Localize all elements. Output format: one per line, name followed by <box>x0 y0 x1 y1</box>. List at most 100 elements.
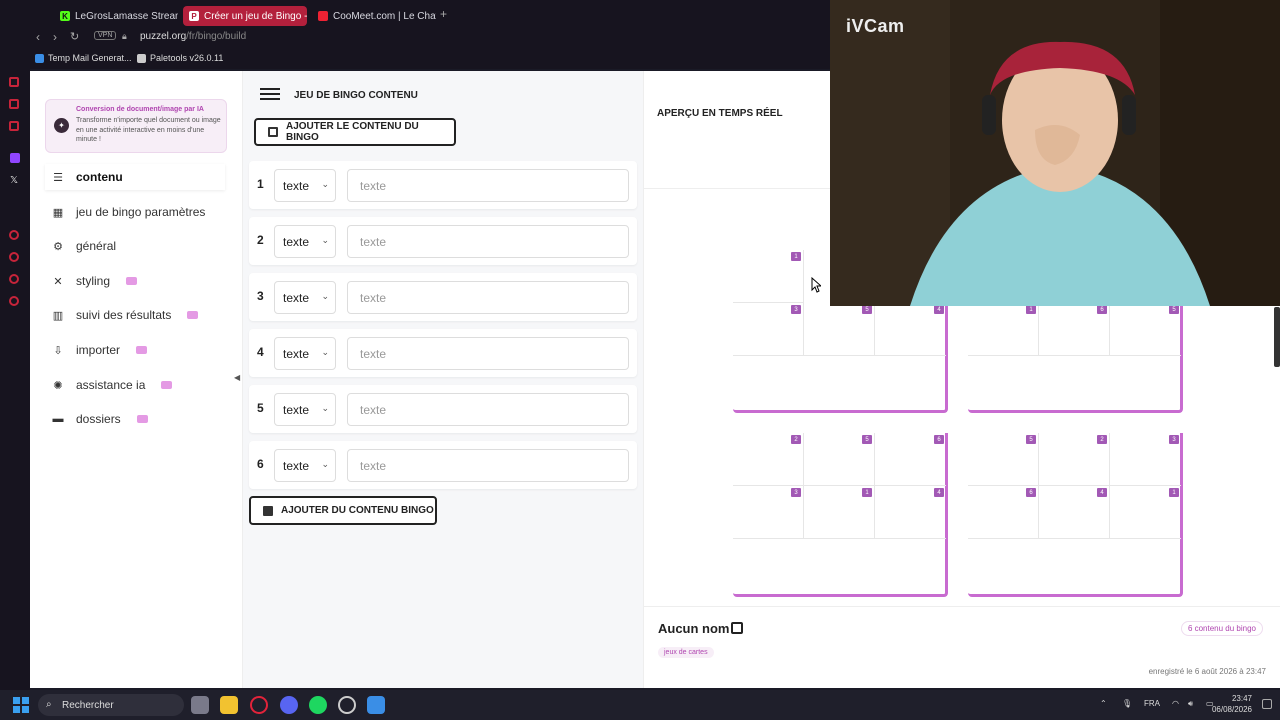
bag-icon[interactable] <box>9 77 19 87</box>
import-icon <box>268 127 278 137</box>
add-bingo-content-button[interactable]: AJOUTER LE CONTENU DU BINGO <box>254 118 456 146</box>
collapse-sidebar-icon[interactable]: ◀ <box>234 373 240 382</box>
select-value: texte <box>283 347 310 361</box>
cell-badge: 6 <box>1097 305 1107 314</box>
volume-icon[interactable]: 🔊︎ <box>1188 699 1193 709</box>
brain-icon: ✺ <box>53 379 63 392</box>
sidebar-item-contenu[interactable]: ☰ contenu <box>45 164 225 190</box>
url-field[interactable]: puzzel.org/fr/bingo/build <box>140 31 246 42</box>
vpn-badge[interactable]: VPN <box>94 31 117 40</box>
content-row: 6 texte ⌄ texte <box>249 441 637 489</box>
text-input[interactable]: texte <box>347 393 629 426</box>
sidebar-item-styling[interactable]: ✕ styling <box>45 268 225 294</box>
tab-stream[interactable]: K LeGrosLamasse Stream - V <box>54 6 178 26</box>
messenger-icon[interactable] <box>9 99 19 109</box>
type-select[interactable]: texte ⌄ <box>274 393 336 426</box>
spotify-icon[interactable] <box>309 696 327 714</box>
select-value: texte <box>283 459 310 473</box>
clock[interactable]: 23:47 06/08/2026 <box>1212 693 1252 715</box>
game-name: Aucun nom <box>658 621 730 636</box>
discord-icon[interactable] <box>280 696 298 714</box>
content-row: 4 texte ⌄ texte <box>249 329 637 377</box>
grid-icon: ▦ <box>52 206 64 219</box>
sidebar-item-general[interactable]: ⚙ général <box>45 233 225 259</box>
music-icon[interactable] <box>9 121 19 131</box>
search-icon: ⌕ <box>46 699 52 710</box>
bookmark-icon <box>35 53 44 63</box>
notification-icon[interactable] <box>1262 699 1272 709</box>
cell-badge: 4 <box>934 488 944 497</box>
row-number: 6 <box>257 457 264 471</box>
sidebar-item-label: jeu de bingo paramètres <box>76 205 206 219</box>
sidebar-item-dossiers[interactable]: ▬ dossiers <box>45 406 225 432</box>
text-input[interactable]: texte <box>347 449 629 482</box>
type-select[interactable]: texte ⌄ <box>274 281 336 314</box>
back-icon[interactable]: ‹ <box>36 30 40 44</box>
sidebar-item-suivi[interactable]: ▥ suivi des résultats <box>45 302 225 328</box>
chevron-down-icon: ⌄ <box>321 403 329 413</box>
twitch-icon[interactable] <box>10 153 20 163</box>
bookmark-temp-mail[interactable]: Temp Mail Generat... <box>35 53 132 63</box>
type-select[interactable]: texte ⌄ <box>274 225 336 258</box>
sidebar-item-parametres[interactable]: ▦ jeu de bingo paramètres <box>45 199 225 225</box>
cell-badge: 4 <box>1097 488 1107 497</box>
cell-badge: 3 <box>1169 435 1179 444</box>
tab-coomeet[interactable]: CooMeet.com | Le Chat <box>312 6 436 26</box>
clock-icon[interactable] <box>9 230 19 240</box>
app-icon[interactable] <box>338 696 356 714</box>
tab-bingo[interactable]: P Créer un jeu de Bingo - En <box>183 6 307 26</box>
category-tag[interactable]: jeux de cartes <box>658 647 714 658</box>
scrollbar[interactable] <box>1274 307 1280 367</box>
sidebar-item-label: importer <box>76 343 121 357</box>
cell-badge: 5 <box>1026 435 1036 444</box>
ivcam-icon[interactable] <box>367 696 385 714</box>
select-value: texte <box>283 291 310 305</box>
tab-label: Créer un jeu de Bingo - En <box>204 10 307 22</box>
tray-chevron-icon[interactable]: ⌃ <box>1100 699 1107 708</box>
opera-icon[interactable] <box>250 696 268 714</box>
type-select[interactable]: texte ⌄ <box>274 169 336 202</box>
settings-icon[interactable] <box>9 296 19 306</box>
sidebar-item-importer[interactable]: ⇩ importer <box>45 337 225 363</box>
cell-badge: 5 <box>862 305 872 314</box>
bookmark-paletools[interactable]: Paletools v26.0.11 <box>137 53 223 63</box>
brush-icon: ✕ <box>53 275 63 288</box>
ai-promo-card[interactable]: ✦ Conversion de document/image par IA Tr… <box>45 99 227 153</box>
section-title: JEU DE BINGO CONTENU <box>294 90 418 101</box>
file-explorer-icon[interactable] <box>220 696 238 714</box>
bingo-card-4: 5 2 3 6 4 1 <box>968 433 1183 597</box>
clock-date: 06/08/2026 <box>1211 705 1252 714</box>
cell-badge: 2 <box>1097 435 1107 444</box>
row-number: 2 <box>257 233 264 247</box>
text-input[interactable]: texte <box>347 281 629 314</box>
download-icon[interactable] <box>9 274 19 284</box>
wifi-icon[interactable]: ◠ <box>1172 699 1179 708</box>
app-icon[interactable] <box>191 696 209 714</box>
x-icon[interactable]: 𝕏 <box>10 175 18 186</box>
chevron-down-icon: ⌄ <box>321 235 329 245</box>
add-more-content-button[interactable]: AJOUTER DU CONTENU BINGO <box>249 496 437 525</box>
taskbar-search[interactable]: ⌕ Rechercher <box>38 694 184 716</box>
type-select[interactable]: texte ⌄ <box>274 449 336 482</box>
sidebar-item-label: assistance ia <box>76 378 146 392</box>
text-input[interactable]: texte <box>347 225 629 258</box>
bar-chart-icon: ▥ <box>52 309 64 322</box>
new-tab-button[interactable]: + <box>440 7 447 21</box>
mouse-cursor-icon <box>811 277 821 293</box>
edit-icon[interactable] <box>731 622 743 634</box>
row-number: 1 <box>257 177 264 191</box>
text-input[interactable]: texte <box>347 169 629 202</box>
windows-start-icon[interactable] <box>13 697 29 713</box>
cell-badge: 5 <box>1169 305 1179 314</box>
forward-icon[interactable]: › <box>53 30 57 44</box>
sidebar-item-assistance[interactable]: ✺ assistance ia <box>45 372 225 398</box>
microphone-icon[interactable]: 🎙︎ <box>1122 699 1132 708</box>
cell-badge: 1 <box>1169 488 1179 497</box>
reload-icon[interactable]: ↻ <box>70 30 79 43</box>
bingo-card-2: 1 6 5 <box>968 303 1183 413</box>
history-icon[interactable] <box>9 252 19 262</box>
language-indicator[interactable]: FRA <box>1144 699 1160 708</box>
type-select[interactable]: texte ⌄ <box>274 337 336 370</box>
text-input[interactable]: texte <box>347 337 629 370</box>
chevron-down-icon: ⌄ <box>321 347 329 357</box>
